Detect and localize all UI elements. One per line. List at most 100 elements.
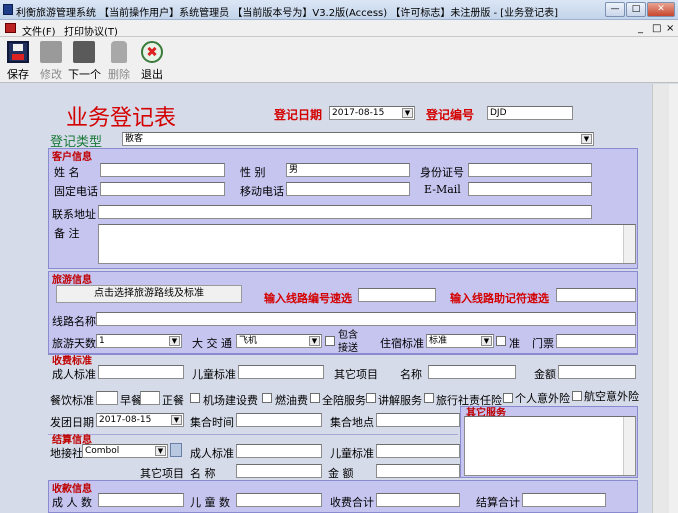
transport-select[interactable]: 飞机 ▼ (236, 334, 322, 348)
reg-type-select[interactable]: 散客 ▼ (122, 132, 594, 146)
name-input[interactable] (100, 163, 225, 177)
agency-select[interactable]: Combol ▼ (82, 444, 168, 458)
delete-label: 删除 (108, 68, 130, 81)
email-label: E-Mail (424, 183, 461, 196)
trash-icon (111, 41, 127, 63)
airport-fee-checkbox[interactable] (190, 393, 200, 403)
save-button[interactable]: 保存 (2, 39, 34, 82)
window-title: 利衡旅游管理系统 【当前操作用户】系统管理员 【当前版本号为】V3.2版(Acc… (16, 8, 559, 19)
sex-select[interactable]: 男 (286, 163, 410, 177)
air-accident-label: 航空意外险 (584, 390, 639, 403)
days-select[interactable]: 1 ▼ (96, 334, 182, 348)
mdi-close-button[interactable]: × (666, 23, 674, 34)
menu-print-agreement[interactable]: 打印协议(T) (64, 23, 118, 38)
depart-date-picker[interactable]: 2017-08-15 ▼ (96, 413, 184, 427)
route-mnemonic-label: 输入线路助记符速选 (450, 292, 549, 305)
meal-std-input[interactable] (96, 391, 118, 405)
address-input[interactable] (98, 205, 592, 219)
settle-name-input[interactable] (236, 464, 322, 478)
form-title: 业务登记表 (66, 106, 177, 131)
route-code-input[interactable] (358, 288, 436, 302)
settle-child-label: 儿童标准 (330, 447, 374, 460)
ticket-input[interactable] (556, 334, 636, 348)
exit-icon (141, 41, 163, 63)
zhun-checkbox[interactable] (496, 336, 506, 346)
chevron-down-icon[interactable]: ▼ (481, 336, 492, 346)
hotel-std-select[interactable]: 标准 ▼ (426, 334, 494, 348)
other-amount-label: 金额 (534, 368, 556, 381)
select-route-button[interactable]: 点击选择旅游路线及标准 (56, 285, 242, 303)
close-button[interactable]: ✕ (647, 2, 675, 17)
route-name-input[interactable] (96, 312, 636, 326)
gather-time-input[interactable] (236, 413, 322, 427)
adult-fee-input[interactable] (98, 365, 184, 379)
remark-textarea[interactable] (98, 224, 636, 264)
route-mnemonic-input[interactable] (556, 288, 636, 302)
maximize-button[interactable]: □ (626, 2, 646, 17)
zhun-label: 准 (509, 337, 520, 350)
chevron-down-icon[interactable]: ▼ (171, 415, 182, 425)
hotel-std-label: 住宿标准 (380, 337, 424, 350)
title-bar: 利衡旅游管理系统 【当前操作用户】系统管理员 【当前版本号为】V3.2版(Acc… (0, 0, 678, 20)
guide-service-checkbox[interactable] (366, 393, 376, 403)
settle-divider (48, 434, 458, 435)
id-card-input[interactable] (468, 163, 592, 177)
route-section-title: 旅游信息 (52, 275, 92, 286)
edit-label: 修改 (40, 68, 62, 81)
mdi-minimize-button[interactable]: _ (638, 23, 643, 34)
fee-section-title: 收费标准 (52, 356, 92, 367)
textarea-scrollbar[interactable] (623, 417, 635, 475)
settle-total-input[interactable] (522, 493, 606, 507)
email-input[interactable] (468, 182, 592, 196)
form-scrollbar[interactable] (652, 84, 669, 513)
receipt-section-title: 收款信息 (52, 484, 92, 495)
adult-count-input[interactable] (98, 493, 184, 507)
days-label: 旅游天数 (52, 337, 96, 350)
child-fee-input[interactable] (238, 365, 324, 379)
mdi-restore-button[interactable]: □ (652, 23, 661, 34)
reg-date-picker[interactable]: 2017-08-15 ▼ (329, 106, 415, 120)
id-card-label: 身份证号 (420, 166, 464, 179)
phone-input[interactable] (100, 182, 225, 196)
include-insurance-checkbox[interactable] (325, 336, 335, 346)
settle-amount-input[interactable] (376, 464, 460, 478)
menu-file[interactable]: 文件(F) (22, 23, 56, 38)
chevron-down-icon[interactable]: ▼ (309, 336, 320, 346)
child-count-input[interactable] (236, 493, 322, 507)
personal-accident-label: 个人意外险 (515, 392, 570, 405)
air-accident-checkbox[interactable] (572, 391, 582, 401)
gather-place-input[interactable] (376, 413, 460, 427)
other-service-textarea[interactable] (464, 416, 636, 476)
agency-lookup-icon[interactable] (170, 443, 182, 457)
escort-service-checkbox[interactable] (310, 393, 320, 403)
other-name-input[interactable] (428, 365, 516, 379)
next-label: 下一个 (68, 68, 101, 81)
receipt-total-input[interactable] (376, 493, 460, 507)
chevron-down-icon[interactable]: ▼ (581, 134, 592, 144)
exit-label: 退出 (141, 68, 163, 81)
app-icon (3, 4, 13, 15)
reg-no-input[interactable]: DJD (487, 106, 573, 120)
other-amount-input[interactable] (558, 365, 636, 379)
fuel-fee-checkbox[interactable] (262, 393, 272, 403)
settle-total-label: 结算合计 (476, 496, 520, 509)
next-button[interactable]: 下一个 (68, 39, 101, 82)
window-edge (669, 84, 678, 513)
address-label: 联系地址 (52, 208, 96, 221)
agency-liability-checkbox[interactable] (424, 393, 434, 403)
delete-button[interactable]: 删除 (103, 39, 135, 82)
chevron-down-icon[interactable]: ▼ (155, 446, 166, 456)
chevron-down-icon[interactable]: ▼ (169, 336, 180, 346)
settle-child-input[interactable] (376, 444, 460, 458)
exit-button[interactable]: 退出 (136, 39, 168, 82)
minimize-button[interactable]: — (605, 2, 625, 17)
edit-button[interactable]: 修改 (35, 39, 67, 82)
mobile-input[interactable] (286, 182, 410, 196)
route-name-label: 线路名称 (52, 315, 96, 328)
breakfast-input[interactable] (140, 391, 160, 405)
chevron-down-icon[interactable]: ▼ (402, 108, 413, 118)
save-label: 保存 (7, 68, 29, 81)
personal-accident-checkbox[interactable] (503, 393, 513, 403)
settle-adult-input[interactable] (236, 444, 322, 458)
textarea-scrollbar[interactable] (623, 225, 635, 263)
